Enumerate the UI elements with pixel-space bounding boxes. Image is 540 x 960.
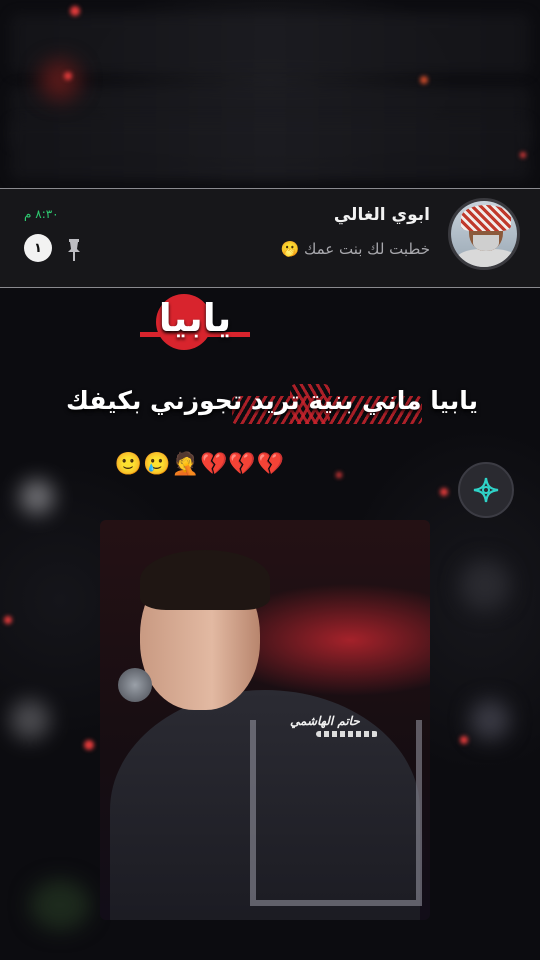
- bokeh-light: [30, 880, 90, 930]
- watermark-social-icons: [316, 731, 378, 737]
- lyric-line: يابيا ماني بنية تريد تجوزني بكيفك: [65, 386, 479, 415]
- bokeh-dot: [4, 616, 12, 624]
- watermark-signature: حاتم الهاشمي: [290, 714, 360, 728]
- emoji-row: 💔💔💔🤦🥲🙂: [114, 452, 286, 477]
- title-text: يابيا: [158, 296, 232, 340]
- microphone-icon: [118, 668, 152, 702]
- bokeh-dot: [84, 740, 94, 750]
- bokeh-dot: [420, 76, 428, 84]
- pin-icon: [68, 239, 80, 261]
- sender-avatar[interactable]: [448, 198, 520, 270]
- blurred-row: [10, 120, 530, 180]
- floating-action-button[interactable]: [458, 462, 514, 518]
- bokeh-light: [20, 480, 54, 514]
- message-time: ٨:٣٠ م: [24, 207, 59, 221]
- bokeh-light: [470, 700, 510, 740]
- bokeh-dot: [520, 152, 526, 158]
- bokeh-dot: [64, 72, 72, 80]
- unread-count-badge: ١: [24, 234, 52, 262]
- bokeh-dot: [336, 472, 342, 478]
- singer-photo: [100, 520, 430, 920]
- blurred-row: [10, 14, 530, 74]
- bokeh-light: [10, 700, 50, 740]
- bokeh-dot: [70, 6, 80, 16]
- message-preview: خطبت لك بنت عمك 🫢: [280, 240, 431, 258]
- sparkle-plus-icon: [473, 477, 499, 503]
- bokeh-dot: [460, 736, 468, 744]
- sender-name: ابوي الغالي: [333, 205, 430, 225]
- bokeh-dot: [440, 488, 448, 496]
- song-title: يابيا: [140, 292, 250, 352]
- bokeh-light: [40, 60, 80, 100]
- bokeh-light: [460, 560, 510, 610]
